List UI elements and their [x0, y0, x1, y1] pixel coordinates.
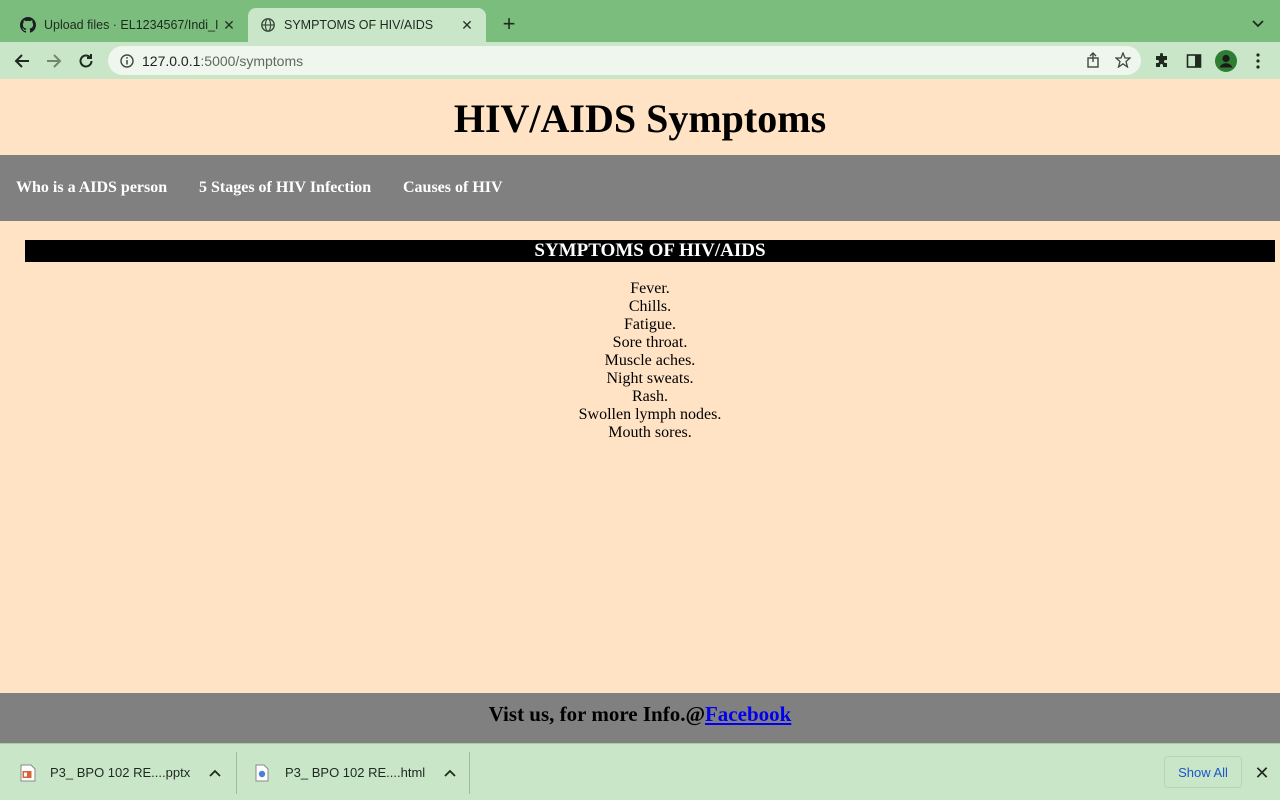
tab-symptoms[interactable]: SYMPTOMS OF HIV/AIDS ✕: [248, 8, 486, 42]
list-item: Chills.: [628, 298, 672, 315]
list-item: Night sweats.: [606, 370, 694, 387]
browser-toolbar: 127.0.0.1:5000/symptoms: [0, 42, 1280, 79]
chevron-down-icon[interactable]: [1248, 14, 1268, 34]
download-item-pptx[interactable]: P3_ BPO 102 RE....pptx: [20, 744, 222, 800]
extensions-puzzle-icon[interactable]: [1151, 50, 1173, 72]
tab-strip: Upload files · EL1234567/Indi_I ✕ SYMPTO…: [0, 0, 1280, 42]
list-item: Rash.: [632, 388, 668, 405]
web-page: HIV/AIDS Symptoms Who is a AIDS person 5…: [0, 79, 1280, 743]
address-bar[interactable]: 127.0.0.1:5000/symptoms: [108, 46, 1141, 75]
new-tab-icon[interactable]: +: [498, 13, 520, 35]
chevron-up-icon[interactable]: [443, 766, 457, 780]
side-panel-icon[interactable]: [1183, 50, 1205, 72]
close-icon[interactable]: ✕: [220, 16, 238, 34]
nav-link-causes-of-hiv[interactable]: Causes of HIV: [403, 179, 503, 197]
share-icon[interactable]: [1085, 52, 1101, 71]
download-filename: P3_ BPO 102 RE....pptx: [50, 765, 191, 780]
profile-avatar-icon[interactable]: [1215, 50, 1237, 72]
download-filename: P3_ BPO 102 RE....html: [285, 765, 426, 780]
list-item: Fever.: [630, 280, 670, 297]
github-icon: [20, 17, 36, 33]
section-heading: SYMPTOMS OF HIV/AIDS: [25, 240, 1275, 262]
close-icon[interactable]: ✕: [1252, 763, 1272, 783]
footer-text: Vist us, for more Info.@: [488, 702, 705, 726]
facebook-link[interactable]: Facebook: [705, 702, 791, 726]
symptom-list: Fever. Chills. Fatigue. Sore throat. Mus…: [25, 280, 1275, 442]
list-item: Mouth sores.: [608, 424, 692, 441]
reload-icon[interactable]: [73, 48, 99, 74]
pptx-file-icon: [20, 764, 36, 782]
download-shelf: P3_ BPO 102 RE....pptx P3_ BPO 102 RE...…: [0, 743, 1280, 800]
site-navbar: Who is a AIDS person 5 Stages of HIV Inf…: [0, 155, 1280, 221]
globe-icon: [260, 17, 276, 33]
shelf-divider: [469, 752, 470, 794]
info-icon[interactable]: [120, 53, 134, 68]
tab-title: SYMPTOMS OF HIV/AIDS: [284, 18, 434, 32]
page-footer: Vist us, for more Info.@Facebook: [0, 693, 1280, 743]
download-item-html[interactable]: P3_ BPO 102 RE....html: [255, 744, 457, 800]
kebab-menu-icon[interactable]: [1247, 50, 1269, 72]
nav-link-who-is-aids-person[interactable]: Who is a AIDS person: [16, 179, 167, 197]
chevron-up-icon[interactable]: [208, 766, 222, 780]
nav-link-stages-of-hiv[interactable]: 5 Stages of HIV Infection: [199, 179, 371, 197]
list-item: Muscle aches.: [604, 352, 696, 369]
bookmark-star-icon[interactable]: [1114, 51, 1132, 71]
show-all-downloads-button[interactable]: Show All: [1164, 756, 1242, 788]
forward-arrow-icon[interactable]: [41, 48, 67, 74]
html-file-icon: [255, 764, 271, 782]
back-arrow-icon[interactable]: [9, 48, 35, 74]
page-title: HIV/AIDS Symptoms: [453, 96, 827, 141]
omnibox-actions: [1085, 51, 1132, 71]
list-item: Fatigue.: [624, 316, 676, 333]
list-item: Swollen lymph nodes.: [578, 406, 722, 423]
tab-upload-files[interactable]: Upload files · EL1234567/Indi_I ✕: [8, 8, 248, 42]
shelf-divider: [236, 752, 237, 794]
url-host: 127.0.0.1: [142, 52, 201, 69]
close-icon[interactable]: ✕: [458, 16, 476, 34]
list-item: Sore throat.: [612, 334, 688, 351]
url-path: :5000/symptoms: [200, 52, 304, 69]
tab-title: Upload files · EL1234567/Indi_I: [44, 18, 219, 32]
